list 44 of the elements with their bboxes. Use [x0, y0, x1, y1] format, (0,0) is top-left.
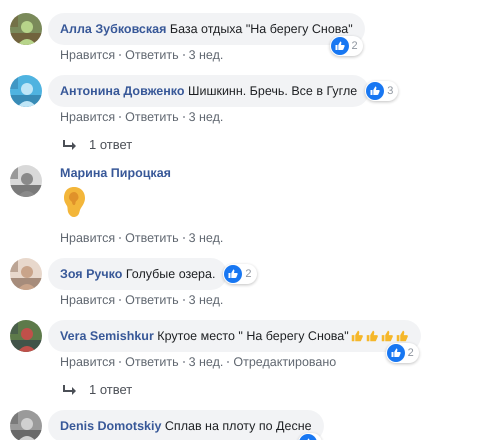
- author-name[interactable]: Марина Пироцкая: [60, 166, 171, 180]
- like-icon: [224, 265, 242, 283]
- action-link[interactable]: Ответить: [125, 292, 179, 308]
- like-icon: [330, 37, 349, 55]
- action-link[interactable]: Нравится: [60, 292, 116, 308]
- reply-arrow-icon: [63, 139, 77, 151]
- ear-icon: [62, 186, 86, 218]
- action-link[interactable]: Ответить: [125, 354, 179, 370]
- thumbs-up-icon: [394, 329, 409, 343]
- replies-link[interactable]: 1 ответ: [89, 137, 132, 153]
- author-name[interactable]: Алла Зубковская: [60, 22, 166, 36]
- action-link[interactable]: Нравится: [60, 109, 116, 125]
- action-link[interactable]: Отредактировано: [233, 354, 336, 370]
- thumbs-up-icon: [364, 329, 379, 343]
- reaction-count[interactable]: 2: [223, 264, 257, 284]
- action-link[interactable]: 3 нед.: [188, 354, 224, 370]
- reaction-count[interactable]: 3: [365, 81, 398, 101]
- reply-arrow-icon: [63, 384, 77, 396]
- like-icon: [386, 344, 405, 362]
- comment-text: Голубые озера.: [126, 267, 216, 281]
- author-name[interactable]: Антонина Довженко: [60, 84, 185, 98]
- thumbs-up-icon: [350, 329, 364, 343]
- author-name[interactable]: Vera Semishkur: [60, 329, 154, 343]
- reaction-count[interactable]: 2: [330, 36, 363, 56]
- reaction-count[interactable]: 2: [386, 343, 419, 363]
- action-link[interactable]: Нравится: [60, 47, 116, 63]
- comment-text: Шишкинн. Бречь. Все в Гугле: [188, 84, 358, 98]
- action-link[interactable]: Ответить: [125, 230, 179, 246]
- thumbs-up-icon: [380, 329, 394, 343]
- action-link[interactable]: 3 нед.: [188, 292, 224, 308]
- like-icon: [366, 82, 384, 100]
- action-link[interactable]: 3 нед.: [188, 47, 224, 63]
- comment-text: База отдыха "На берегу Снова": [170, 22, 353, 36]
- action-link[interactable]: Нравится: [60, 354, 116, 370]
- comment-text: Сплав на плоту по Десне: [164, 419, 312, 433]
- author-name[interactable]: Зоя Ручко: [60, 267, 122, 281]
- replies-link[interactable]: 1 ответ: [89, 382, 132, 398]
- action-link[interactable]: Ответить: [125, 109, 179, 125]
- comment-text: Крутое место " На берегу Снова": [157, 328, 349, 344]
- action-link[interactable]: Ответить: [125, 47, 179, 63]
- author-name[interactable]: Denis Domotskiy: [60, 419, 162, 433]
- action-link[interactable]: Нравится: [60, 230, 116, 246]
- action-link[interactable]: 3 нед.: [188, 109, 224, 125]
- action-link[interactable]: 3 нед.: [188, 230, 224, 246]
